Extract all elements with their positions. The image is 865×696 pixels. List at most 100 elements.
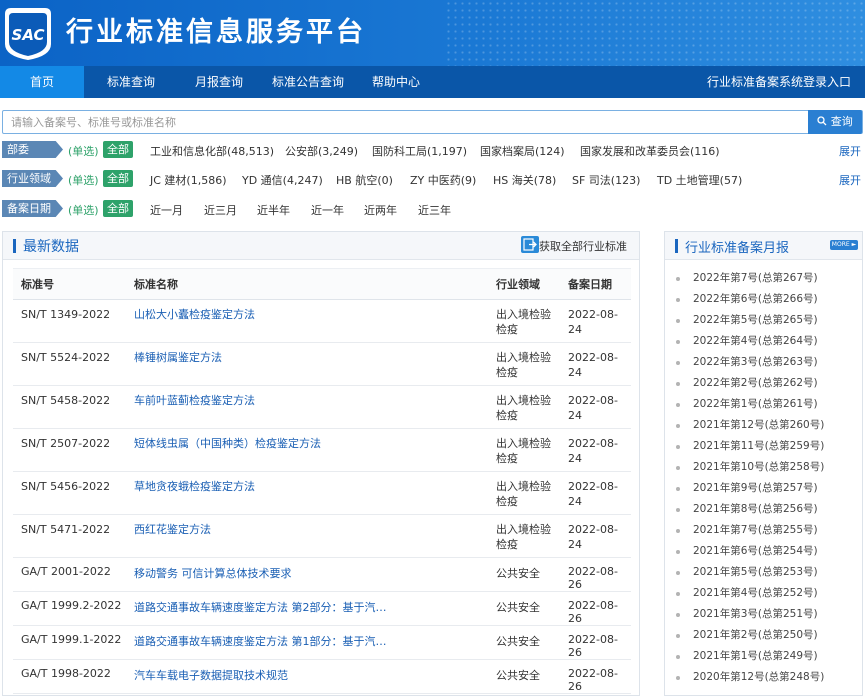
more-button[interactable]: MORE ►	[830, 240, 858, 250]
standard-name-link[interactable]: 山松大小蠹检疫鉴定方法	[134, 307, 255, 322]
filter-ministry: 部委 (单选) 全部 工业和信息化部(48,513) 公安部(3,249) 国防…	[2, 140, 863, 160]
main-nav: 首页 标准查询 月报查询 标准公告查询 帮助中心 行业标准备案系统登录入口	[0, 66, 865, 98]
site-title: 行业标准信息服务平台	[66, 17, 366, 48]
filter-option[interactable]: 国家发展和改革委员会(116)	[580, 143, 720, 159]
filter-option[interactable]: HS 海关(78)	[493, 172, 556, 188]
monthly-report-item[interactable]: 2022年第5号(总第265号)	[665, 310, 862, 331]
filter-option[interactable]: 近三年	[418, 202, 451, 218]
latest-data-panel: 最新数据 获取全部行业标准 标准号 标准名称 行业领域 备案日期 SN/T 13…	[2, 231, 640, 696]
table-row: SN/T 2507-2022 短体线虫属（中国种类）检疫鉴定方法 出入境检验检疫 20…	[13, 428, 631, 472]
table-row: GA/T 1999.1-2022 道路交通事故车辆速度鉴定方法 第1部分：基于汽车…	[13, 625, 631, 660]
section-marker	[675, 239, 678, 253]
section-title: 行业标准备案月报	[685, 241, 790, 256]
filter-all-button[interactable]: 全部	[103, 200, 133, 217]
monthly-report-item[interactable]: 2022年第2号(总第262号)	[665, 373, 862, 394]
filter-option[interactable]: ZY 中医药(9)	[410, 172, 476, 188]
standard-code: SN/T 5471-2022	[13, 514, 126, 558]
expand-link[interactable]: 展开	[839, 172, 861, 188]
search-bar: 查询	[2, 110, 863, 134]
search-input[interactable]	[3, 111, 809, 133]
latest-data-table: 标准号 标准名称 行业领域 备案日期 SN/T 1349-2022 山松大小蠹检疫…	[13, 268, 631, 695]
monthly-report-item[interactable]: 2021年第2号(总第250号)	[665, 625, 862, 646]
nav-home[interactable]: 首页	[0, 66, 84, 98]
filter-all-button[interactable]: 全部	[103, 170, 133, 187]
filter-label: 部委	[2, 141, 63, 158]
filter-option[interactable]: 工业和信息化部(48,513)	[150, 143, 274, 159]
get-all-standards-link[interactable]: 获取全部行业标准	[539, 238, 627, 254]
monthly-report-item[interactable]: 2021年第4号(总第252号)	[665, 583, 862, 604]
industry-field: 出入境检验检疫	[488, 342, 560, 386]
download-icon[interactable]	[521, 236, 539, 253]
monthly-report-item[interactable]: 2021年第8号(总第256号)	[665, 499, 862, 520]
section-marker	[13, 239, 16, 253]
filter-option[interactable]: YD 通信(4,247)	[242, 172, 323, 188]
standard-name-link[interactable]: 草地贪夜蛾检疫鉴定方法	[134, 479, 255, 494]
monthly-report-header: 行业标准备案月报 MORE ►	[665, 232, 862, 260]
standard-name-link[interactable]: 汽车车载电子数据提取技术规范	[134, 667, 288, 683]
filing-date: 2022-08-26	[560, 659, 631, 694]
standard-code: SN/T 2507-2022	[13, 428, 126, 472]
nav-monthly-report[interactable]: 月报查询	[184, 66, 254, 98]
industry-field: 公共安全	[488, 625, 560, 660]
monthly-report-item[interactable]: 2022年第1号(总第261号)	[665, 394, 862, 415]
monthly-report-item[interactable]: 2022年第6号(总第266号)	[665, 289, 862, 310]
monthly-report-item[interactable]: 2021年第12号(总第260号)	[665, 415, 862, 436]
standard-name-link[interactable]: 车前叶蓝蓟检疫鉴定方法	[134, 393, 255, 408]
monthly-report-item[interactable]: 2022年第3号(总第263号)	[665, 352, 862, 373]
monthly-report-item[interactable]: 2020年第12号(总第248号)	[665, 667, 862, 688]
filter-industry: 行业领域 (单选) 全部 JC 建材(1,586) YD 通信(4,247) H…	[2, 169, 863, 189]
monthly-report-item[interactable]: 2021年第3号(总第251号)	[665, 604, 862, 625]
standard-code: GA/T 2001-2022	[13, 557, 126, 592]
standard-name-link[interactable]: 道路交通事故车辆速度鉴定方法 第1部分：基于汽车行...	[134, 633, 396, 649]
section-title: 最新数据	[23, 239, 79, 255]
filter-option[interactable]: HB 航空(0)	[336, 172, 393, 188]
standard-name-link[interactable]: 棒锤树属鉴定方法	[134, 350, 222, 365]
table-row: GA/T 1999.2-2022 道路交通事故车辆速度鉴定方法 第2部分：基于汽车…	[13, 591, 631, 626]
standard-code: GA/T 1999.2-2022	[13, 591, 126, 626]
monthly-report-item[interactable]: 2021年第5号(总第253号)	[665, 562, 862, 583]
industry-field: 出入境检验检疫	[488, 471, 560, 515]
standard-code: GA/T 1998-2022	[13, 659, 126, 694]
column-header: 标准号	[13, 268, 126, 300]
monthly-report-item[interactable]: 2021年第6号(总第254号)	[665, 541, 862, 562]
search-button[interactable]: 查询	[808, 110, 862, 134]
filter-option[interactable]: 近一年	[311, 202, 344, 218]
filter-option[interactable]: 近半年	[257, 202, 290, 218]
monthly-report-item[interactable]: 2022年第4号(总第264号)	[665, 331, 862, 352]
monthly-report-item[interactable]: 2021年第1号(总第249号)	[665, 646, 862, 667]
monthly-report-item[interactable]: 2021年第7号(总第255号)	[665, 520, 862, 541]
filter-option[interactable]: 近两年	[364, 202, 397, 218]
banner-pattern	[445, 0, 865, 66]
filter-option[interactable]: 公安部(3,249)	[285, 143, 358, 159]
table-row: SN/T 5456-2022 草地贪夜蛾检疫鉴定方法 出入境检验检疫 2022-08-…	[13, 471, 631, 515]
filter-option[interactable]: JC 建材(1,586)	[150, 172, 227, 188]
table-row: SN/T 1349-2022 山松大小蠹检疫鉴定方法 出入境检验检疫 2022-08-…	[13, 299, 631, 343]
nav-announcement[interactable]: 标准公告查询	[262, 66, 354, 98]
filter-option[interactable]: 近三月	[204, 202, 237, 218]
filter-all-button[interactable]: 全部	[103, 141, 133, 158]
industry-field: 出入境检验检疫	[488, 385, 560, 429]
filter-option[interactable]: 国家档案局(124)	[480, 143, 565, 159]
filter-option[interactable]: SF 司法(123)	[572, 172, 640, 188]
filter-date: 备案日期 (单选) 全部 近一月 近三月 近半年 近一年 近两年 近三年	[2, 199, 863, 219]
filter-option[interactable]: 近一月	[150, 202, 183, 218]
monthly-report-item[interactable]: 2021年第9号(总第257号)	[665, 478, 862, 499]
filing-date: 2022-08-24	[560, 299, 631, 343]
monthly-report-item[interactable]: 2021年第11号(总第259号)	[665, 436, 862, 457]
filing-system-login-link[interactable]: 行业标准备案系统登录入口	[707, 66, 851, 98]
standard-name-link[interactable]: 道路交通事故车辆速度鉴定方法 第2部分：基于汽车事...	[134, 599, 396, 615]
filter-option[interactable]: TD 土地管理(57)	[657, 172, 742, 188]
standard-name-link[interactable]: 移动警务 可信计算总体技术要求	[134, 565, 292, 581]
expand-link[interactable]: 展开	[839, 143, 861, 159]
standard-name-link[interactable]: 短体线虫属（中国种类）检疫鉴定方法	[134, 436, 321, 451]
nav-standard-search[interactable]: 标准查询	[96, 66, 166, 98]
filter-option[interactable]: 国防科工局(1,197)	[372, 143, 467, 159]
nav-help[interactable]: 帮助中心	[362, 66, 430, 98]
monthly-report-item[interactable]: 2021年第10号(总第258号)	[665, 457, 862, 478]
filing-date: 2022-08-24	[560, 428, 631, 472]
standard-name-link[interactable]: 西红花鉴定方法	[134, 522, 211, 537]
filing-date: 2022-08-24	[560, 342, 631, 386]
monthly-report-item[interactable]: 2022年第7号(总第267号)	[665, 268, 862, 289]
standard-code: GA/T 1999.1-2022	[13, 625, 126, 660]
sac-logo-icon[interactable]: SAC	[3, 4, 53, 62]
